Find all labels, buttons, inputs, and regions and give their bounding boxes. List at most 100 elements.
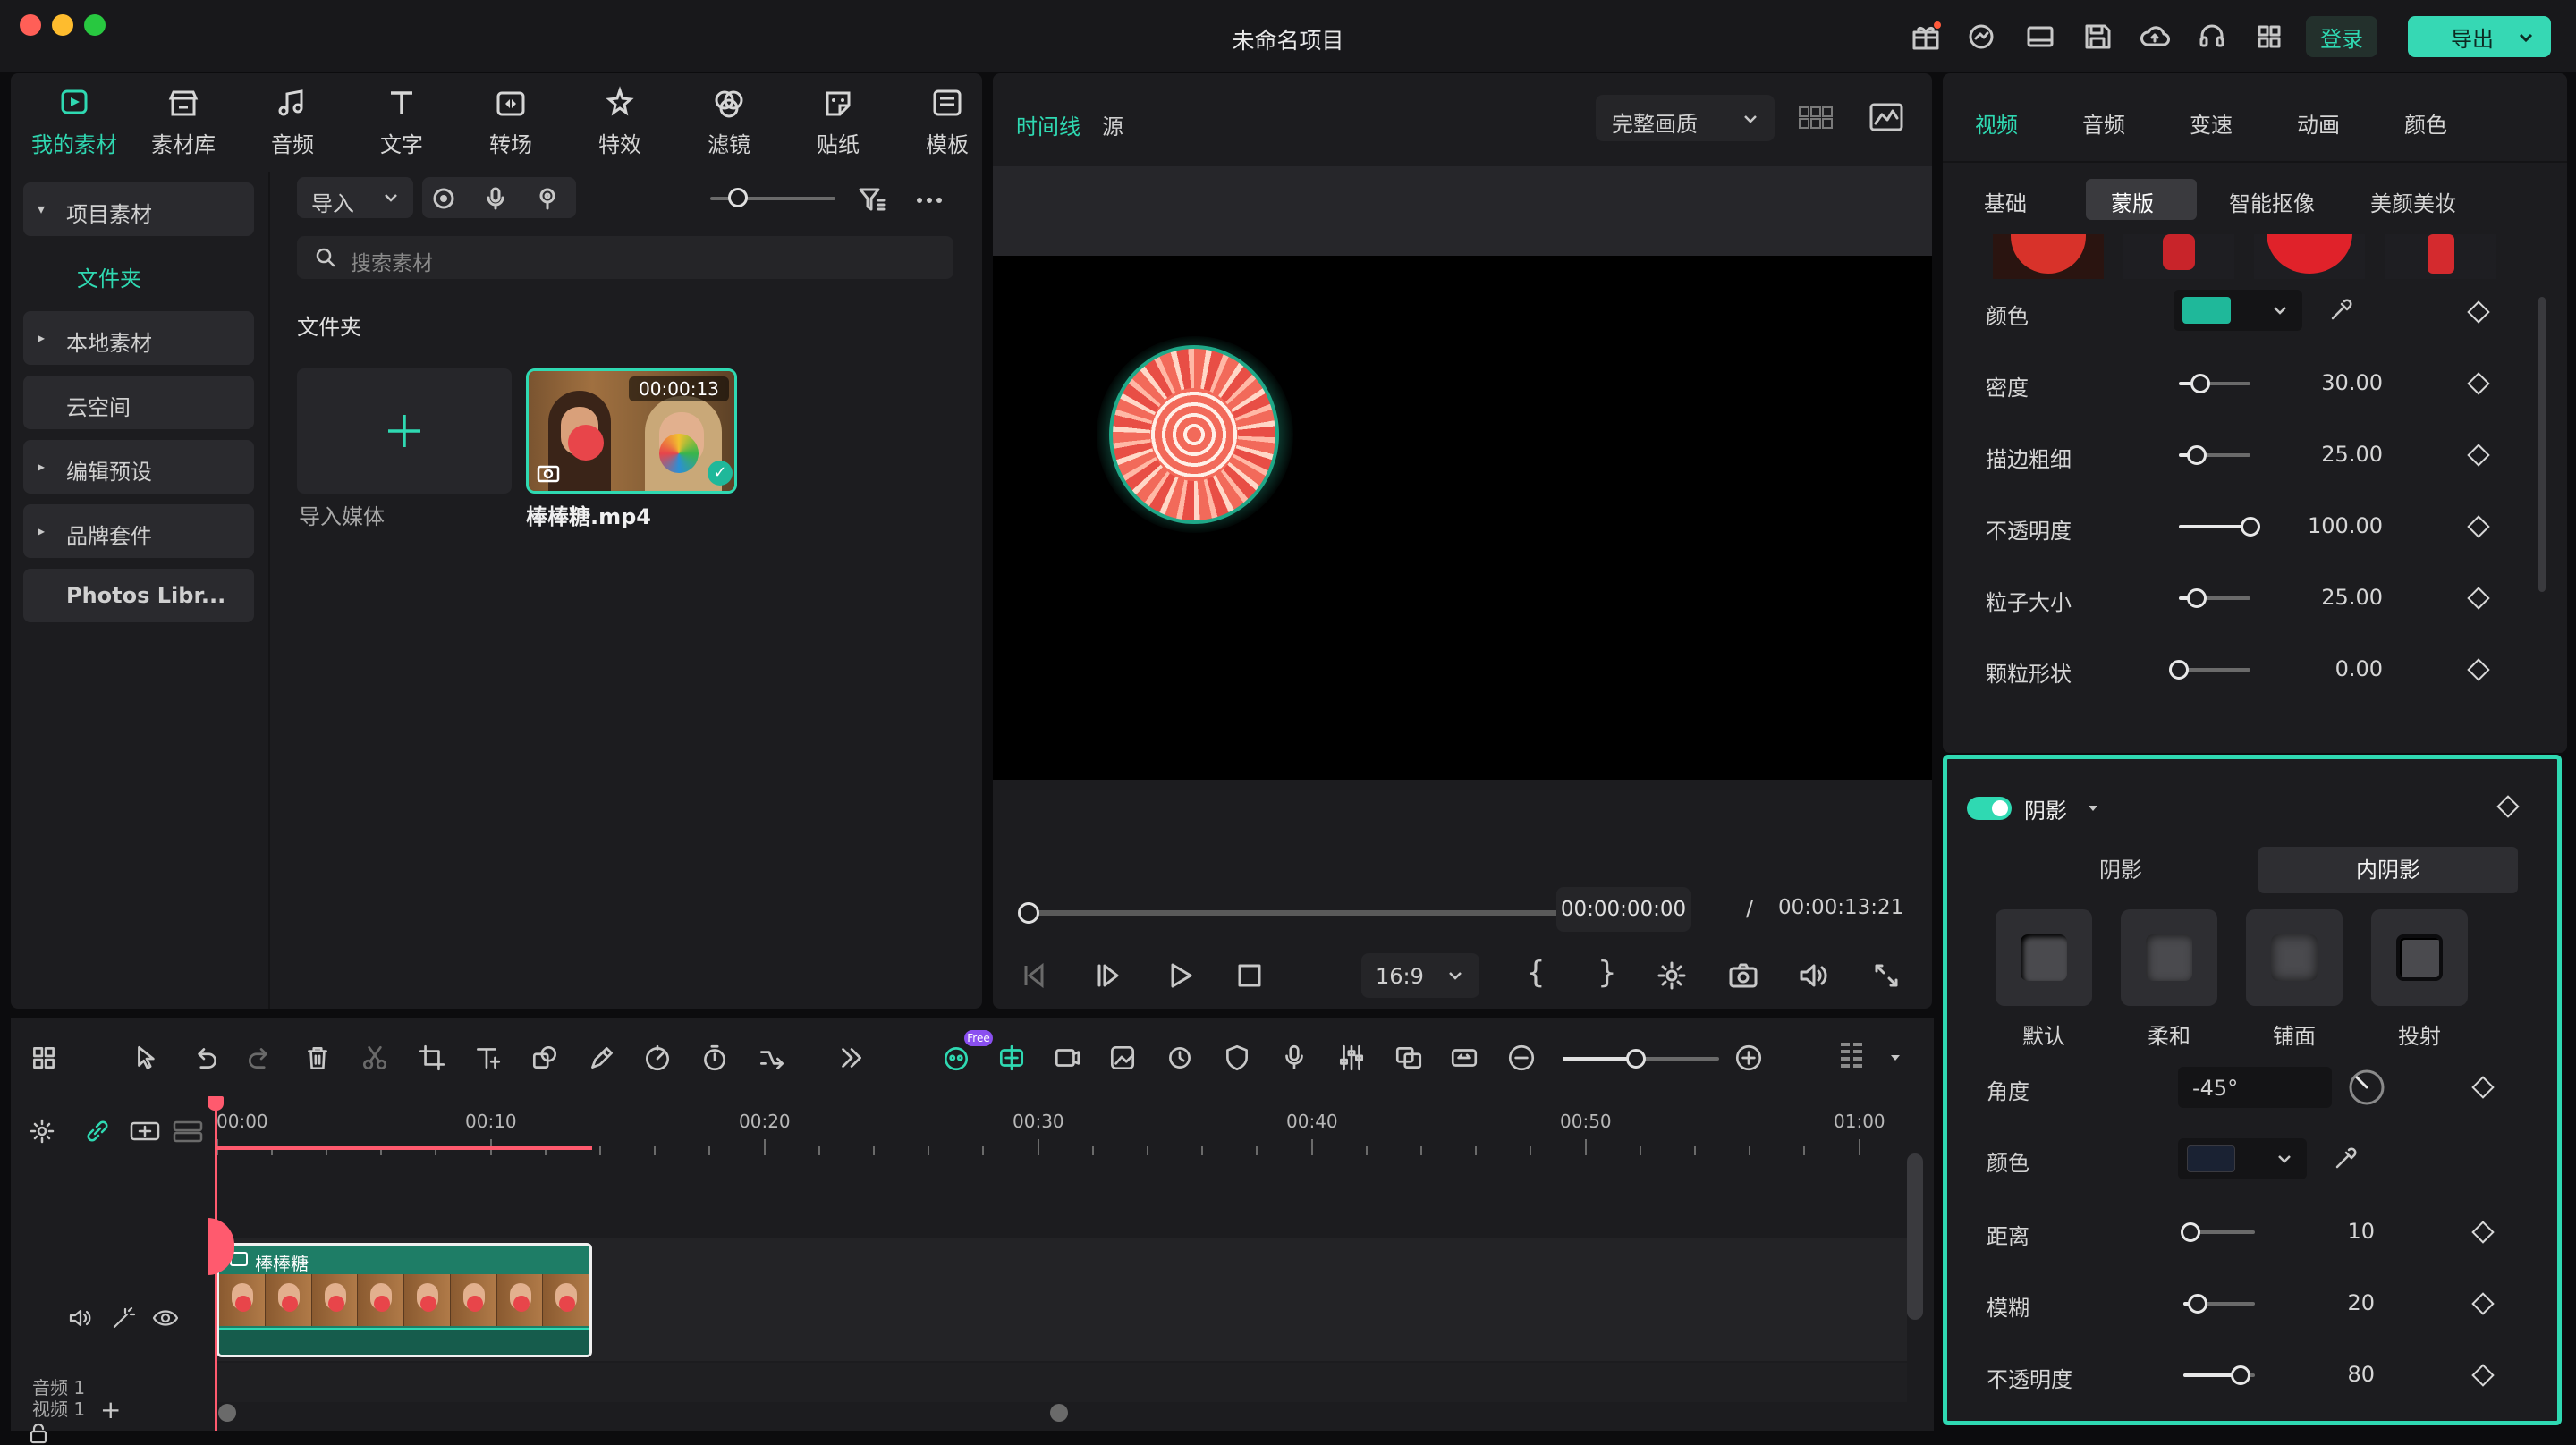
speed-icon[interactable]	[642, 1043, 673, 1073]
more-tools-icon[interactable]	[835, 1043, 866, 1073]
quality-dropdown[interactable]: 完整画质	[1596, 95, 1775, 141]
playback-progress[interactable]	[1018, 902, 1594, 924]
crop-icon[interactable]	[417, 1043, 447, 1073]
slider-knob[interactable]	[2181, 1222, 2200, 1242]
color-picker[interactable]	[2174, 290, 2302, 331]
stop-icon[interactable]	[1234, 960, 1265, 991]
slider-knob[interactable]	[1626, 1049, 1646, 1069]
media-clip-thumbnail[interactable]: 00:00:13 ✓	[526, 368, 737, 494]
zoom-slider[interactable]	[710, 188, 835, 207]
sidebar-item-presets[interactable]: ▸ 编辑预设	[23, 440, 254, 494]
tab-my-media[interactable]: 我的素材	[20, 73, 129, 163]
filter-sort-icon[interactable]	[857, 184, 887, 215]
shadow-toggle[interactable]	[1967, 797, 2012, 820]
zoom-out-icon[interactable]	[1506, 1043, 1537, 1073]
mark-in-icon[interactable]: {	[1526, 955, 1546, 991]
delete-icon[interactable]	[302, 1043, 333, 1073]
maximize-window-button[interactable]	[84, 14, 106, 36]
search-box[interactable]: 搜索素材	[297, 236, 953, 279]
tab-timeline-preview[interactable]: 时间线	[1016, 109, 1080, 140]
keyframe-diamond-icon[interactable]	[2467, 444, 2490, 467]
close-window-button[interactable]	[20, 14, 41, 36]
zoom-slider-knob[interactable]	[728, 188, 748, 207]
scopes-icon[interactable]	[1869, 102, 1903, 132]
mask-thumb-lantern[interactable]	[2254, 234, 2365, 279]
save-icon[interactable]	[2082, 21, 2113, 52]
slider-knob[interactable]	[2169, 660, 2189, 680]
hscroll-right-knob[interactable]	[1050, 1404, 1068, 1422]
mark-out-icon[interactable]: }	[1597, 955, 1617, 991]
sidebar-item-local-media[interactable]: ▸ 本地素材	[23, 311, 254, 365]
property-slider[interactable]	[2169, 660, 2250, 680]
grid-view-icon[interactable]	[1798, 104, 1834, 132]
angle-input[interactable]: -45°	[2178, 1067, 2332, 1108]
mute-track-icon[interactable]	[68, 1306, 93, 1331]
distance-value[interactable]: 10	[2278, 1219, 2375, 1244]
hscroll-left-knob[interactable]	[218, 1404, 236, 1422]
ai-copilot-icon[interactable]	[941, 1043, 971, 1073]
render-settings-icon[interactable]	[1657, 960, 1687, 991]
minimize-window-button[interactable]	[52, 14, 73, 36]
inspector-tab[interactable]: 动画	[2297, 107, 2340, 139]
keyframe-diamond-icon[interactable]	[2471, 1292, 2495, 1315]
play-icon[interactable]	[1165, 960, 1195, 991]
zoom-in-icon[interactable]	[1733, 1043, 1764, 1073]
inspector-tab[interactable]: 音频	[2082, 107, 2125, 139]
import-dropdown[interactable]: 导入	[297, 177, 413, 218]
keyframe-diamond-icon[interactable]	[2467, 300, 2490, 324]
track-height-icon[interactable]	[1837, 1039, 1868, 1075]
eyedropper-icon[interactable]	[2332, 1145, 2359, 1172]
apps-grid-icon[interactable]	[2254, 21, 2284, 52]
text-tool-icon[interactable]	[472, 1043, 503, 1073]
mask-thumb-fan[interactable]	[1993, 234, 2104, 279]
magic-track-icon[interactable]	[111, 1306, 136, 1331]
snapshot-icon[interactable]	[1728, 960, 1758, 991]
inspector-subtab[interactable]: 智能抠像	[2229, 186, 2315, 217]
inspector-subtab[interactable]: 蒙版	[2111, 186, 2154, 217]
slider-knob[interactable]	[2241, 517, 2260, 537]
slider-knob[interactable]	[2187, 588, 2207, 608]
slider-knob[interactable]	[2190, 374, 2210, 393]
sidebar-item-folder[interactable]: 文件夹	[23, 247, 254, 300]
shadow-preset-4[interactable]	[2371, 909, 2468, 1006]
property-value[interactable]: 100.00	[2274, 513, 2383, 538]
layout-grid-icon[interactable]	[29, 1043, 59, 1073]
slider-knob[interactable]	[2187, 445, 2207, 465]
property-value[interactable]: 25.00	[2274, 442, 2383, 467]
import-media-tile[interactable]	[297, 368, 512, 494]
keyframe-diamond-icon[interactable]	[2467, 587, 2490, 610]
keyframe-diamond-icon[interactable]	[2467, 372, 2490, 395]
fullscreen-icon[interactable]	[1871, 960, 1902, 991]
tab-template[interactable]: 模板	[893, 73, 1002, 163]
audio-mixer-icon[interactable]	[1336, 1043, 1367, 1073]
timeline-zoom-slider[interactable]	[1563, 1049, 1719, 1069]
property-slider[interactable]	[2179, 445, 2250, 465]
mask-thumb-charm[interactable]	[2385, 234, 2496, 279]
keyframe-diamond-icon[interactable]	[2471, 1364, 2495, 1387]
screen-record-icon[interactable]	[431, 186, 456, 211]
inspector-tab[interactable]: 颜色	[2404, 107, 2447, 139]
playback-progress-knob[interactable]	[1018, 902, 1039, 924]
undo-icon[interactable]	[190, 1043, 220, 1073]
timeline-vscroll[interactable]	[1907, 1153, 1923, 1320]
feedback-icon[interactable]	[1966, 21, 1996, 52]
inspector-subtab[interactable]: 美颜美妆	[2370, 186, 2456, 217]
export-button[interactable]: 导出	[2408, 16, 2551, 57]
login-button[interactable]: 登录	[2306, 16, 2377, 57]
tab-effects[interactable]: 特效	[565, 73, 674, 163]
microphone-icon[interactable]	[483, 186, 508, 211]
tab-source-preview[interactable]: 源	[1102, 109, 1123, 140]
tab-transition[interactable]: 转场	[456, 73, 565, 163]
aspect-ratio-dropdown[interactable]: 16:9	[1361, 953, 1479, 998]
auto-ripple-icon[interactable]	[757, 1043, 787, 1073]
timeline-clip[interactable]: 棒棒糖	[216, 1243, 592, 1357]
sidebar-item-photos[interactable]: Photos Libr...	[23, 569, 254, 622]
sidebar-item-brand[interactable]: ▸ 品牌套件	[23, 504, 254, 558]
shield-icon[interactable]	[1222, 1043, 1252, 1073]
ai-image-icon[interactable]	[1107, 1043, 1138, 1073]
tab-sticker[interactable]: 贴纸	[784, 73, 893, 163]
shadow-preset-2[interactable]	[2121, 909, 2217, 1006]
shadow-color-picker[interactable]	[2178, 1138, 2307, 1179]
replace-icon[interactable]	[1394, 1043, 1424, 1073]
playhead-handle[interactable]	[208, 1096, 224, 1111]
